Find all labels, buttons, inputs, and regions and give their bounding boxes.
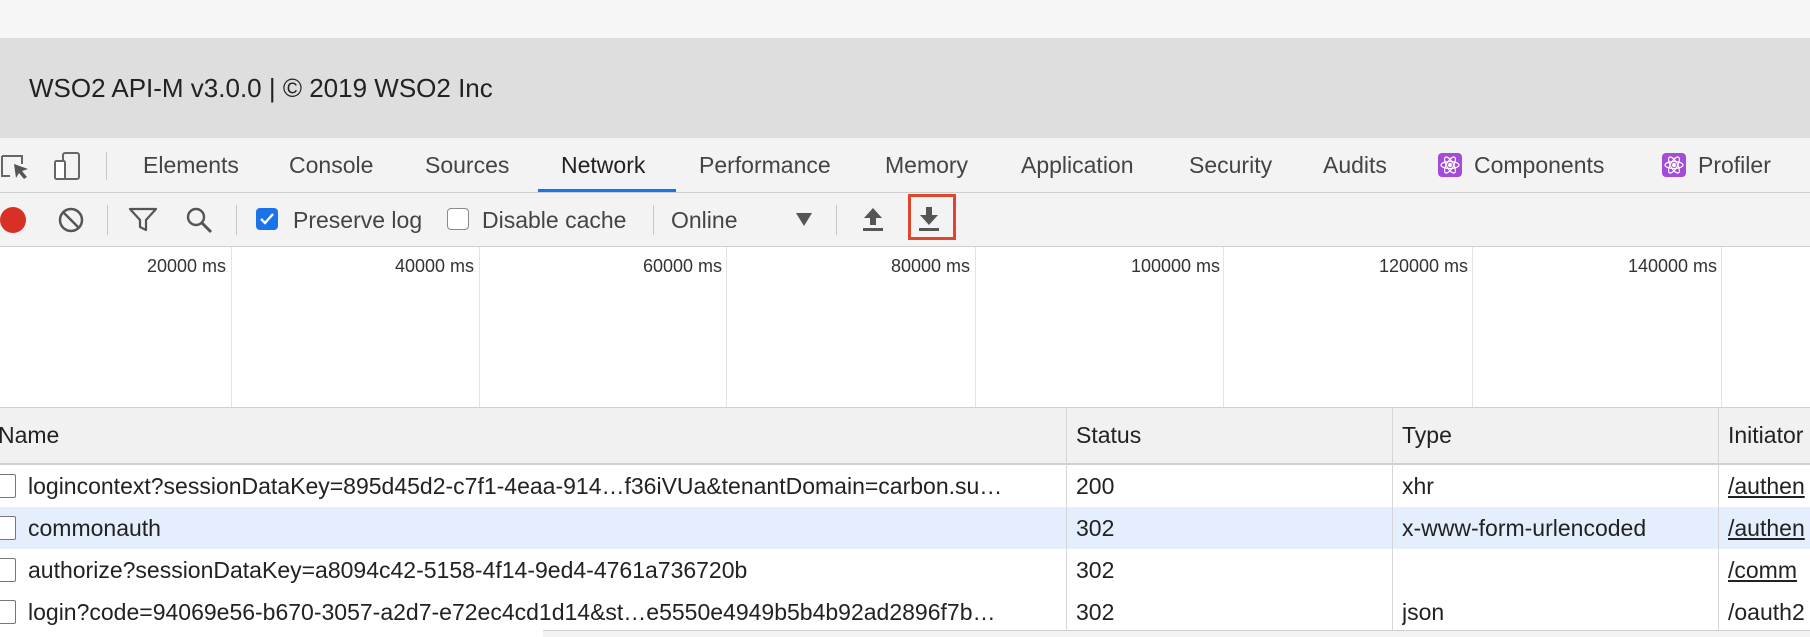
overview-tick-label: 20000 ms xyxy=(146,256,226,276)
request-type: xhr xyxy=(1402,473,1434,499)
table-row[interactable]: logincontext?sessionDataKey=895d45d2-c7f… xyxy=(0,465,1810,507)
clear-icon[interactable] xyxy=(57,206,85,234)
tab-components[interactable]: Components xyxy=(1438,138,1604,192)
import-har-icon[interactable] xyxy=(860,205,886,233)
request-initiator[interactable]: /oauth2 xyxy=(1728,591,1810,633)
tab-performance[interactable]: Performance xyxy=(699,138,831,192)
overview-tick-label: 80000 ms xyxy=(890,256,970,276)
request-initiator[interactable]: /comm xyxy=(1728,549,1810,591)
overview-gridline xyxy=(1472,247,1473,407)
toolbar-divider xyxy=(107,205,108,235)
column-divider[interactable] xyxy=(1718,408,1719,636)
record-icon[interactable] xyxy=(0,206,28,234)
inspect-element-icon[interactable] xyxy=(0,150,32,182)
request-status: 302 xyxy=(1076,557,1115,583)
react-icon xyxy=(1662,152,1686,177)
request-type: x-www-form-urlencoded xyxy=(1402,515,1647,541)
react-icon xyxy=(1438,152,1462,177)
tab-components-label: Components xyxy=(1474,152,1605,178)
document-icon xyxy=(0,516,16,540)
overview-tick-label: 100000 ms xyxy=(1130,256,1220,276)
column-divider[interactable] xyxy=(1392,408,1393,636)
network-overview: 20000 ms 40000 ms 60000 ms 80000 ms 1000… xyxy=(0,247,1810,408)
column-header-initiator[interactable]: Initiator xyxy=(1728,408,1803,463)
page-footer: WSO2 API-M v3.0.0 | © 2019 WSO2 Inc xyxy=(0,38,1810,138)
requests-table-header: Name Status Type Initiator xyxy=(0,408,1810,465)
request-status: 302 xyxy=(1076,515,1115,541)
overview-tick-label: 60000 ms xyxy=(642,256,722,276)
toolbar-divider xyxy=(836,205,837,235)
tab-console[interactable]: Console xyxy=(289,138,373,192)
column-divider[interactable] xyxy=(1066,408,1067,636)
footer-text: WSO2 API-M v3.0.0 | © 2019 WSO2 Inc xyxy=(29,72,493,103)
tab-audits[interactable]: Audits xyxy=(1323,138,1387,192)
overview-tick-label: 40000 ms xyxy=(394,256,474,276)
tab-memory[interactable]: Memory xyxy=(885,138,968,192)
table-row[interactable]: authorize?sessionDataKey=a8094c42-5158-4… xyxy=(0,549,1810,591)
request-name: authorize?sessionDataKey=a8094c42-5158-4… xyxy=(28,557,748,583)
toolbar-divider xyxy=(236,205,237,235)
chevron-down-icon[interactable] xyxy=(796,213,812,226)
request-name: commonauth xyxy=(28,515,161,541)
table-row[interactable]: login?code=94069e56-b670-3057-a2d7-e72ec… xyxy=(0,591,1810,633)
document-icon xyxy=(0,600,16,624)
filter-icon[interactable] xyxy=(128,206,158,234)
devtools-tab-bar: Elements Console Sources Network Perform… xyxy=(0,138,1810,193)
disable-cache-checkbox[interactable] xyxy=(447,208,469,230)
document-icon xyxy=(0,558,16,582)
tab-network[interactable]: Network xyxy=(561,138,645,192)
tab-application[interactable]: Application xyxy=(1021,138,1134,192)
table-row[interactable]: commonauth 302 x-www-form-urlencoded /au… xyxy=(0,507,1810,549)
search-icon[interactable] xyxy=(185,206,213,234)
request-initiator[interactable]: /authen xyxy=(1728,507,1810,549)
request-status: 200 xyxy=(1076,473,1115,499)
overview-gridline xyxy=(231,247,232,407)
overview-tick-label: 120000 ms xyxy=(1378,256,1468,276)
checkmark-icon xyxy=(260,213,274,225)
tab-profiler-label: Profiler xyxy=(1698,152,1771,178)
preserve-log-label[interactable]: Preserve log xyxy=(293,205,422,235)
tab-sources[interactable]: Sources xyxy=(425,138,509,192)
tab-profiler[interactable]: Profiler xyxy=(1662,138,1771,192)
request-name: login?code=94069e56-b670-3057-a2d7-e72ec… xyxy=(28,599,996,625)
document-icon xyxy=(0,474,16,498)
window-top-strip xyxy=(0,0,1810,38)
column-header-status[interactable]: Status xyxy=(1076,408,1141,463)
toolbar-divider xyxy=(653,205,654,235)
overview-gridline xyxy=(1721,247,1722,407)
column-header-name[interactable]: Name xyxy=(0,408,59,463)
overview-gridline xyxy=(975,247,976,407)
throttling-select[interactable]: Online xyxy=(671,205,737,235)
device-toolbar-icon[interactable] xyxy=(52,150,84,182)
tab-elements[interactable]: Elements xyxy=(143,138,239,192)
overview-gridline xyxy=(1223,247,1224,407)
preserve-log-checkbox[interactable] xyxy=(256,208,278,230)
tab-security[interactable]: Security xyxy=(1189,138,1272,192)
overview-gridline xyxy=(479,247,480,407)
request-initiator[interactable]: /authen xyxy=(1728,465,1810,507)
active-tab-indicator xyxy=(538,189,676,192)
overview-gridline xyxy=(726,247,727,407)
column-header-type[interactable]: Type xyxy=(1402,408,1452,463)
network-toolbar: Preserve log Disable cache Online xyxy=(0,193,1810,247)
tab-bar-divider xyxy=(106,152,107,180)
overview-tick-label: 140000 ms xyxy=(1627,256,1717,276)
request-status: 302 xyxy=(1076,599,1115,625)
export-har-highlight xyxy=(908,194,956,240)
request-type: json xyxy=(1402,599,1445,625)
request-name: logincontext?sessionDataKey=895d45d2-c7f… xyxy=(28,473,1003,499)
disable-cache-label[interactable]: Disable cache xyxy=(482,205,626,235)
